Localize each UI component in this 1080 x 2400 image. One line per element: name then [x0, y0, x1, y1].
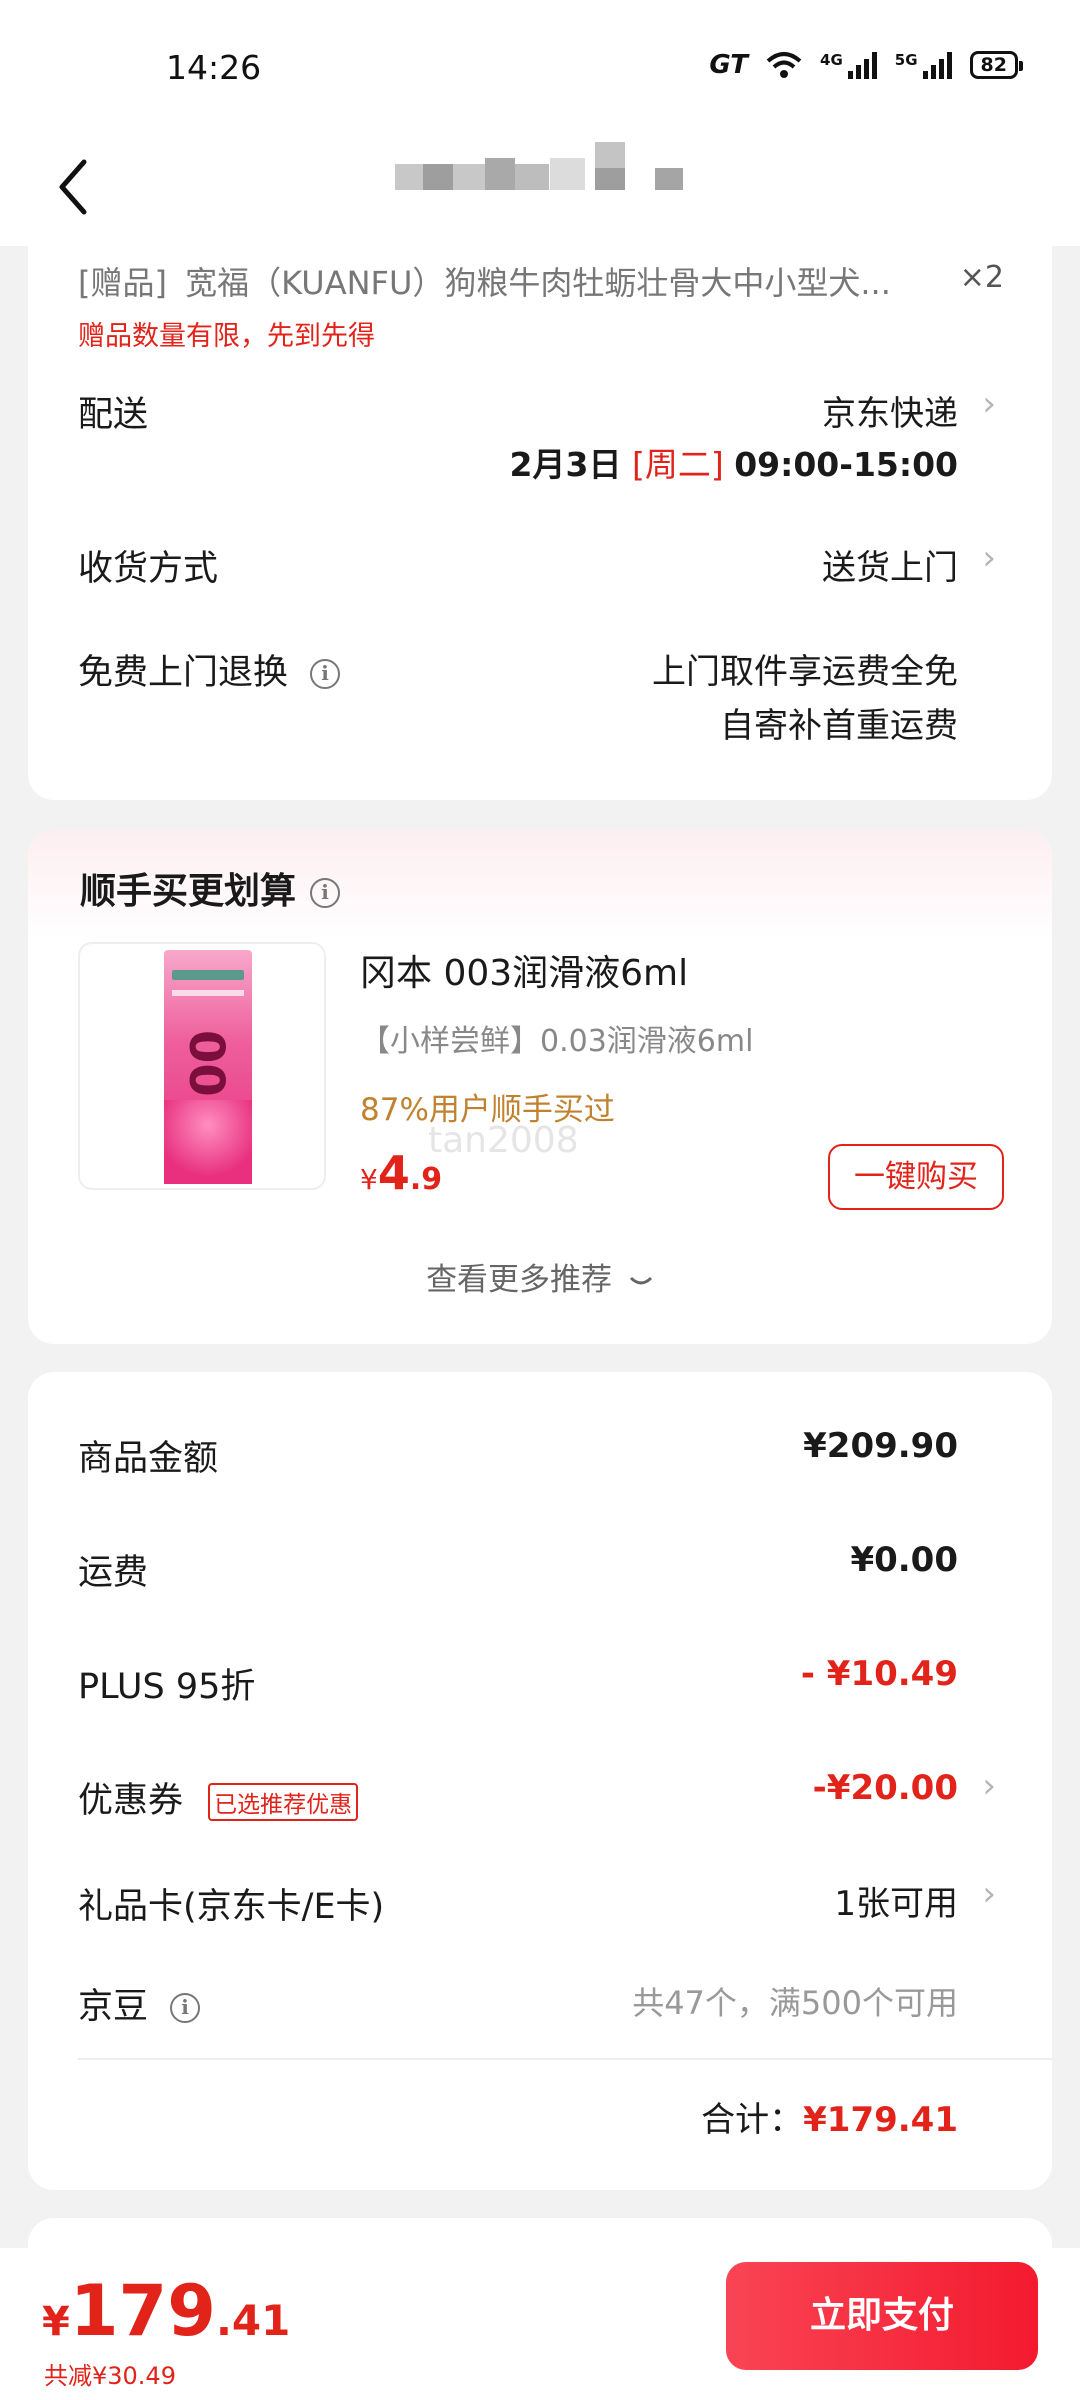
giftcard-chevron-icon[interactable]: ›	[982, 1874, 996, 1914]
recommend-title: 顺手买更划算 i	[80, 862, 341, 914]
product-name[interactable]: 冈本 003润滑液6ml	[360, 944, 688, 996]
goods-amount-value: ¥209.90	[803, 1426, 958, 1466]
signal-4g-icon: 4G	[820, 51, 877, 79]
jd-beans-value: 共47个，满500个可用	[632, 1984, 958, 2022]
delivery-card: [赠品] 宽福（KUANFU）狗粮牛肉牡蛎壮骨大中小型犬... ×2 赠品数量有…	[28, 246, 1052, 800]
delivery-chevron-icon[interactable]: ›	[982, 384, 996, 424]
status-icons: GT 4G 5G 82	[709, 50, 1024, 80]
receive-method-chevron-icon[interactable]: ›	[982, 538, 996, 578]
delivery-label: 配送	[78, 395, 149, 435]
plus-discount-label: PLUS 95折	[78, 1667, 256, 1707]
signal-5g-icon: 5G	[895, 51, 952, 79]
status-time: 14:26	[166, 48, 262, 87]
order-total: 合计：¥179.41	[701, 2100, 958, 2140]
gift-row[interactable]: [赠品] 宽福（KUANFU）狗粮牛肉牡蛎壮骨大中小型犬...	[78, 258, 948, 304]
info-icon[interactable]: i	[170, 1993, 201, 2023]
coupon-label[interactable]: 优惠券 已选推荐优惠	[78, 1772, 359, 1823]
free-return-line1: 上门取件享运费全免	[652, 652, 958, 692]
coupon-chevron-icon[interactable]: ›	[982, 1766, 996, 1806]
watermark: tan2008	[428, 1120, 579, 1161]
info-icon[interactable]: i	[310, 878, 341, 908]
gift-tag: [赠品]	[78, 264, 167, 302]
status-bar: 14:26 GT 4G 5G 82	[0, 0, 1080, 130]
recommend-card: 顺手买更划算 i 003 冈本 003润滑液6ml 【小样尝鲜】0.03润滑液6m…	[28, 830, 1052, 1344]
plus-discount-value: - ¥10.49	[800, 1654, 958, 1694]
product-image[interactable]: 003	[78, 942, 326, 1190]
giftcard-label: 礼品卡(京东卡/E卡)	[78, 1887, 385, 1927]
free-return-label: 免费上门退换 i	[78, 644, 341, 695]
pay-amount: ¥179.41	[42, 2270, 291, 2352]
product-price: ¥4.9	[360, 1146, 443, 1200]
one-click-buy-button[interactable]: 一键购买	[828, 1144, 1004, 1210]
receive-method-value[interactable]: 送货上门	[822, 540, 958, 589]
goods-amount-label: 商品金额	[78, 1439, 219, 1479]
wifi-icon	[766, 52, 802, 78]
gift-notice: 赠品数量有限，先到先得	[78, 321, 375, 352]
free-return-line2: 自寄补首重运费	[720, 706, 958, 746]
info-icon[interactable]: i	[310, 659, 341, 689]
shipping-fee-label: 运费	[78, 1553, 149, 1593]
delivery-time[interactable]: 2月3日 [周二] 09:00-15:00	[510, 438, 958, 486]
pay-now-button[interactable]: 立即支付	[726, 2262, 1038, 2370]
giftcard-value[interactable]: 1张可用	[834, 1876, 958, 1925]
shipping-fee-value: ¥0.00	[850, 1540, 958, 1580]
product-subtitle: 【小样尝鲜】0.03润滑液6ml	[360, 1024, 754, 1059]
order-summary-card: 商品金额 ¥209.90 运费 ¥0.00 PLUS 95折 - ¥10.49 …	[28, 1372, 1052, 2190]
gift-name: 宽福（KUANFU）狗粮牛肉牡蛎壮骨大中小型犬...	[185, 264, 891, 302]
back-arrow-icon[interactable]	[50, 152, 110, 222]
divider	[78, 2058, 1052, 2060]
battery-icon: 82	[969, 51, 1024, 79]
coupon-value[interactable]: -¥20.00	[813, 1768, 958, 1808]
jd-beans-label: 京豆 i	[78, 1978, 201, 2029]
see-more-link[interactable]: 查看更多推荐	[28, 1254, 1052, 1299]
gift-quantity: ×2	[959, 260, 1004, 295]
total-saved: 共减¥30.49	[44, 2362, 176, 2390]
gt-mode-icon: GT	[709, 50, 749, 80]
receive-method-label: 收货方式	[78, 549, 219, 589]
coupon-badge: 已选推荐优惠	[208, 1783, 359, 1821]
sachet-graphic: 003	[164, 950, 252, 1184]
bottom-pay-bar: ¥179.41 共减¥30.49 立即支付	[0, 2248, 1080, 2400]
delivery-carrier[interactable]: 京东快递	[822, 386, 958, 435]
chevron-down-icon	[629, 1276, 652, 1284]
